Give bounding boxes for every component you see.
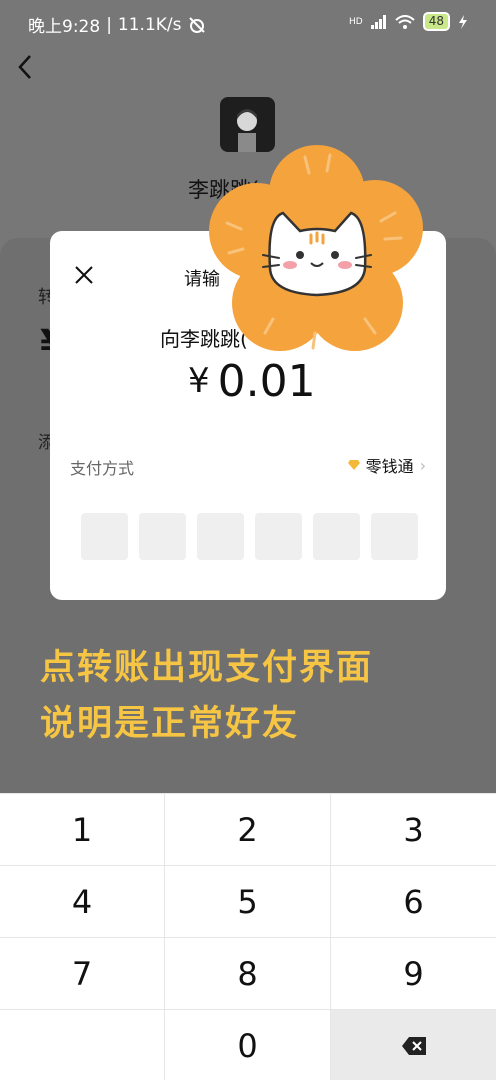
status-bar: 晚上9:28 | 11.1K/s HD 48 xyxy=(0,0,496,46)
numeric-keypad: 1 2 3 4 5 6 7 8 9 0 xyxy=(0,793,496,1080)
payment-amount: ¥0.01 xyxy=(188,356,316,407)
backspace-icon xyxy=(401,1036,426,1055)
diamond-icon xyxy=(347,460,360,470)
key-2[interactable]: 2 xyxy=(165,794,330,865)
amount-value: 0.01 xyxy=(217,356,316,407)
pin-digit-box xyxy=(81,513,128,560)
key-4[interactable]: 4 xyxy=(0,866,164,937)
backspace-key[interactable] xyxy=(331,1010,496,1080)
key-8[interactable]: 8 xyxy=(165,938,330,1009)
status-time: 晚上9:28 xyxy=(28,17,101,37)
key-5[interactable]: 5 xyxy=(165,866,330,937)
key-6[interactable]: 6 xyxy=(331,866,496,937)
payment-method-value: 零钱通 xyxy=(365,457,414,476)
pin-digit-box xyxy=(139,513,186,560)
battery-indicator: 48 xyxy=(422,12,450,31)
key-empty xyxy=(0,1010,164,1080)
pin-input[interactable] xyxy=(81,513,418,560)
pin-digit-box xyxy=(371,513,418,560)
key-7[interactable]: 7 xyxy=(0,938,164,1009)
signal-hd-label: HD xyxy=(349,16,363,27)
payment-method-selector[interactable]: 零钱通 › xyxy=(347,453,426,477)
close-icon[interactable] xyxy=(72,263,96,287)
back-arrow-icon[interactable] xyxy=(14,52,38,82)
key-1[interactable]: 1 xyxy=(0,794,164,865)
pin-digit-box xyxy=(255,513,302,560)
key-0[interactable]: 0 xyxy=(165,1010,330,1080)
pin-digit-box xyxy=(313,513,360,560)
status-divider: | xyxy=(106,14,112,35)
alarm-off-icon xyxy=(188,16,205,33)
cell-signal-icon xyxy=(370,14,386,29)
key-9[interactable]: 9 xyxy=(331,938,496,1009)
key-3[interactable]: 3 xyxy=(331,794,496,865)
caption-line-2: 说明是正常好友 xyxy=(40,704,300,744)
payment-method-row[interactable]: 支付方式 零钱通 › xyxy=(70,451,426,481)
chevron-right-icon: › xyxy=(419,455,426,475)
charging-icon xyxy=(459,14,467,29)
wifi-icon xyxy=(395,14,415,29)
caption-line-1: 点转账出现支付界面 xyxy=(40,648,374,688)
currency-symbol: ¥ xyxy=(188,361,210,401)
annotation-caption: 点转账出现支付界面 说明是正常好友 xyxy=(40,640,373,752)
payment-method-label: 支付方式 xyxy=(70,459,135,478)
pin-digit-box xyxy=(197,513,244,560)
cat-sticker xyxy=(209,145,423,351)
status-speed: 11.1K/s xyxy=(117,14,182,35)
